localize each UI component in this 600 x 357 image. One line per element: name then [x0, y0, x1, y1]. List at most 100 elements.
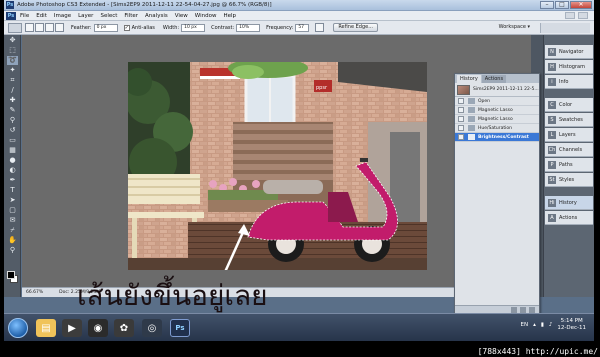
media-center-icon[interactable]: ◉: [88, 319, 108, 337]
menu-window[interactable]: Window: [195, 13, 217, 19]
history-snapshot[interactable]: Sims2EP9 2011-12-11 22-5...: [455, 83, 539, 97]
input-language[interactable]: EN: [520, 322, 528, 328]
panel-navigator[interactable]: N Navigator: [545, 45, 593, 59]
tablet-pressure-icon[interactable]: [315, 23, 325, 32]
new-selection-icon[interactable]: [25, 23, 34, 32]
menu-select[interactable]: Select: [100, 13, 117, 19]
panel-info[interactable]: i Info: [545, 75, 593, 89]
minimize-button[interactable]: –: [540, 1, 554, 9]
subtract-selection-icon[interactable]: [45, 23, 54, 32]
history-brush-icon[interactable]: ↺: [7, 126, 18, 135]
menu-analysis[interactable]: Analysis: [145, 13, 168, 19]
panel-styles[interactable]: St Styles: [545, 173, 593, 187]
explorer-icon[interactable]: ▤: [36, 319, 56, 337]
history-step-label: Brightness/Contrast: [478, 134, 529, 140]
notes-tool-icon[interactable]: ✉: [7, 216, 18, 225]
feather-field[interactable]: 0 px: [93, 23, 118, 32]
zoom-tool-icon[interactable]: ⚲: [7, 246, 18, 255]
add-to-selection-icon[interactable]: [35, 23, 44, 32]
crop-tool-icon[interactable]: ⌗: [7, 76, 18, 85]
menu-file[interactable]: File: [20, 13, 29, 19]
game-icon[interactable]: ✿: [114, 319, 134, 337]
media-player-icon[interactable]: ▶: [62, 319, 82, 337]
history-brush-source-box[interactable]: [458, 134, 464, 140]
menu-tool-icon[interactable]: [565, 12, 575, 19]
photoshop-app-icon: Ps: [6, 1, 14, 9]
foreground-color-swatch[interactable]: [7, 271, 15, 279]
shape-tool-icon[interactable]: ▢: [7, 206, 18, 215]
refine-edge-button[interactable]: Refine Edge...: [333, 23, 378, 32]
maximize-button[interactable]: □: [555, 1, 569, 9]
workspace-menu[interactable]: Workspace ▾: [499, 24, 530, 30]
panel-layers[interactable]: L Layers: [545, 128, 593, 142]
path-selection-icon[interactable]: ➤: [7, 196, 18, 205]
channels-icon: Ch: [548, 145, 556, 154]
clone-stamp-icon[interactable]: ⚲: [7, 116, 18, 125]
contrast-field[interactable]: 10%: [236, 23, 261, 32]
width-field[interactable]: 10 px: [181, 23, 206, 32]
volume-icon[interactable]: ♪: [549, 322, 553, 328]
menu-view[interactable]: View: [175, 13, 188, 19]
scene-illustration: ppsr: [128, 62, 427, 270]
history-step[interactable]: Hue/Saturation: [455, 124, 539, 133]
hand-tool-icon[interactable]: ✋: [7, 236, 18, 245]
zoom-level[interactable]: 66.67%: [26, 290, 43, 295]
history-step[interactable]: Magnetic Lasso: [455, 106, 539, 115]
magic-wand-tool-icon[interactable]: ✦: [7, 66, 18, 75]
blur-tool-icon[interactable]: ●: [7, 156, 18, 165]
history-brush-source-box[interactable]: [458, 98, 464, 104]
pen-tool-icon[interactable]: ✒: [7, 176, 18, 185]
chrome-icon[interactable]: ◎: [142, 319, 162, 337]
brush-tool-icon[interactable]: ✎: [7, 106, 18, 115]
history-brush-source-box[interactable]: [458, 107, 464, 113]
panel-histogram[interactable]: H Histogram: [545, 60, 593, 74]
move-tool-icon[interactable]: ✥: [7, 36, 18, 45]
panel-color[interactable]: C Color: [545, 98, 593, 112]
photoshop-taskbar-icon[interactable]: Ps: [170, 319, 190, 337]
network-icon[interactable]: ▮: [541, 322, 544, 328]
menu-bar: Ps File Edit Image Layer Select Filter A…: [4, 11, 594, 21]
close-button[interactable]: ✕: [570, 1, 592, 9]
antialias-checkbox[interactable]: ✓: [123, 24, 130, 31]
history-step[interactable]: Magnetic Lasso: [455, 115, 539, 124]
slice-tool-icon[interactable]: /: [7, 86, 18, 95]
marquee-tool-icon[interactable]: ⬚: [7, 46, 18, 55]
palette-well: [540, 23, 590, 33]
image-canvas[interactable]: ppsr: [128, 62, 427, 270]
history-step-selected[interactable]: Brightness/Contrast: [455, 133, 539, 142]
history-step[interactable]: Open: [455, 97, 539, 106]
history-brush-source-box[interactable]: [458, 125, 464, 131]
intersect-selection-icon[interactable]: [55, 23, 64, 32]
dodge-tool-icon[interactable]: ◐: [7, 166, 18, 175]
menu-edit[interactable]: Edit: [36, 13, 47, 19]
clock[interactable]: 5:14 PM 12-Dec-11: [557, 318, 586, 332]
menu-image[interactable]: Image: [54, 13, 71, 19]
panel-label: Navigator: [559, 48, 584, 55]
eraser-tool-icon[interactable]: ▭: [7, 136, 18, 145]
adjustment-step-icon: [468, 125, 475, 131]
lasso-tool-icon[interactable]: ➰: [7, 56, 18, 65]
gradient-tool-icon[interactable]: ▦: [7, 146, 18, 155]
menu-filter[interactable]: Filter: [124, 13, 138, 19]
tool-preset-picker[interactable]: [8, 22, 22, 33]
healing-brush-icon[interactable]: ✚: [7, 96, 18, 105]
tray-arrow-icon[interactable]: ▴: [533, 322, 536, 328]
frequency-field[interactable]: 57: [295, 23, 310, 32]
panel-history[interactable]: Hi History: [545, 196, 593, 210]
menu-layer[interactable]: Layer: [78, 13, 93, 19]
start-button[interactable]: [8, 318, 28, 338]
history-brush-source-box[interactable]: [458, 116, 464, 122]
panel-actions[interactable]: A Actions: [545, 211, 593, 225]
tab-actions[interactable]: Actions: [481, 75, 507, 83]
menu-tool-icon[interactable]: [578, 12, 588, 19]
tab-history[interactable]: History: [457, 75, 481, 83]
panel-channels[interactable]: Ch Channels: [545, 143, 593, 157]
panel-swatches[interactable]: S Swatches: [545, 113, 593, 127]
menu-help[interactable]: Help: [223, 13, 236, 19]
panel-paths[interactable]: P Paths: [545, 158, 593, 172]
upic-watermark: [788x443] http://upic.me/: [477, 347, 598, 356]
type-tool-icon[interactable]: T: [7, 186, 18, 195]
frequency-label: Frequency:: [266, 24, 294, 31]
annotation-caption: เส้นยังขึ้นอยู่เลย: [77, 279, 268, 312]
eyedropper-tool-icon[interactable]: ⌿: [7, 226, 18, 235]
